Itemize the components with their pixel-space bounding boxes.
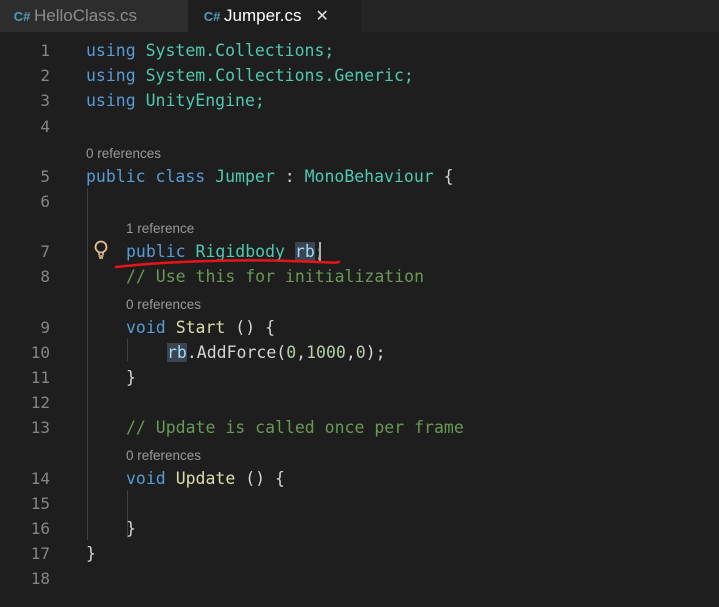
code-editor[interactable]: 1 2 3 4 5 6 7 8 9 10 11 12 13 14 15 16 1… xyxy=(0,40,719,607)
keyword: using xyxy=(86,41,136,60)
code-line-14: void Update () { xyxy=(126,468,285,490)
code-line-17: } xyxy=(86,544,96,563)
code-line-9: void Start () { xyxy=(126,317,275,339)
class-name: Jumper xyxy=(215,167,275,186)
brace: { xyxy=(433,167,454,186)
code-line-13: // Update is called once per frame xyxy=(126,417,464,439)
keyword: public xyxy=(126,242,186,261)
code-line-10: rb.AddForce(0,1000,0); xyxy=(167,342,386,364)
tab-bar: C# HelloClass.cs C# Jumper.cs ✕ xyxy=(0,0,719,32)
method-call: .AddForce( xyxy=(186,343,287,362)
tab-label: HelloClass.cs xyxy=(34,6,137,25)
comment: // Use this for initialization xyxy=(126,267,425,286)
method-name: Start xyxy=(175,318,226,337)
comment: // Update is called once per frame xyxy=(126,418,464,437)
comma: , xyxy=(345,343,356,362)
variable-highlight: rb xyxy=(167,343,187,362)
code-line-5: public class Jumper : MonoBehaviour { xyxy=(86,166,454,188)
number: 1000 xyxy=(306,343,346,362)
code-line-7: public Rigidbody rb; xyxy=(126,241,325,263)
codelens-references[interactable]: 0 references xyxy=(86,146,161,162)
line-number: 10 xyxy=(30,343,50,362)
codelens-references[interactable]: 0 references xyxy=(126,297,201,313)
params: () { xyxy=(225,318,276,337)
comma: , xyxy=(296,343,307,362)
keyword: public class xyxy=(86,167,206,186)
line-number: 3 xyxy=(40,91,50,110)
lightbulb-icon[interactable] xyxy=(94,240,108,262)
line-number: 7 xyxy=(40,242,50,261)
call-end: ); xyxy=(365,343,386,362)
code-line-3: using UnityEngine; xyxy=(86,90,265,112)
line-number: 11 xyxy=(30,368,50,387)
line-number: 16 xyxy=(30,519,50,538)
line-number: 18 xyxy=(30,569,50,588)
code-line-1: using System.Collections; xyxy=(86,40,334,62)
variable-highlight: rb xyxy=(294,242,315,261)
line-number: 13 xyxy=(30,418,50,437)
codelens-references[interactable]: 1 reference xyxy=(126,221,194,237)
line-number: 2 xyxy=(40,66,50,85)
line-number: 4 xyxy=(40,117,50,136)
line-number: 12 xyxy=(30,393,50,412)
line-number: 14 xyxy=(30,469,50,488)
csharp-file-icon: C# xyxy=(203,8,221,24)
code-line-11: } xyxy=(126,368,136,387)
code-line-2: using System.Collections.Generic; xyxy=(86,65,414,87)
method-name: Update xyxy=(175,469,236,488)
text-cursor xyxy=(319,242,321,262)
tab-jumper[interactable]: C# Jumper.cs ✕ xyxy=(188,0,361,32)
line-number: 9 xyxy=(40,318,50,337)
number: 0 xyxy=(355,343,366,362)
namespace: UnityEngine; xyxy=(135,91,265,110)
codelens-references[interactable]: 0 references xyxy=(126,448,201,464)
keyword: using xyxy=(86,66,136,85)
line-number: 6 xyxy=(40,192,50,211)
keyword: void xyxy=(126,469,166,488)
namespace: System.Collections.Generic; xyxy=(135,66,414,85)
line-number: 1 xyxy=(40,41,50,60)
line-number: 8 xyxy=(40,267,50,286)
type-name: Rigidbody xyxy=(195,242,285,261)
line-number: 17 xyxy=(30,544,50,563)
namespace: System.Collections; xyxy=(135,41,335,60)
csharp-file-icon: C# xyxy=(13,8,31,24)
line-number: 15 xyxy=(30,494,50,513)
number: 0 xyxy=(286,343,297,362)
tab-label: Jumper.cs xyxy=(224,6,302,25)
params: () { xyxy=(235,469,285,488)
code-line-8: // Use this for initialization xyxy=(126,266,424,288)
base-class: MonoBehaviour xyxy=(304,167,434,186)
close-icon[interactable]: ✕ xyxy=(315,6,328,26)
code-line-16: } xyxy=(126,519,136,538)
colon: : xyxy=(274,167,305,186)
indent-guide xyxy=(87,188,88,540)
indent-guide xyxy=(127,339,128,361)
keyword: using xyxy=(86,91,136,110)
tab-helloclass[interactable]: C# HelloClass.cs xyxy=(0,0,188,32)
line-number: 5 xyxy=(40,167,50,186)
keyword: void xyxy=(126,318,166,337)
